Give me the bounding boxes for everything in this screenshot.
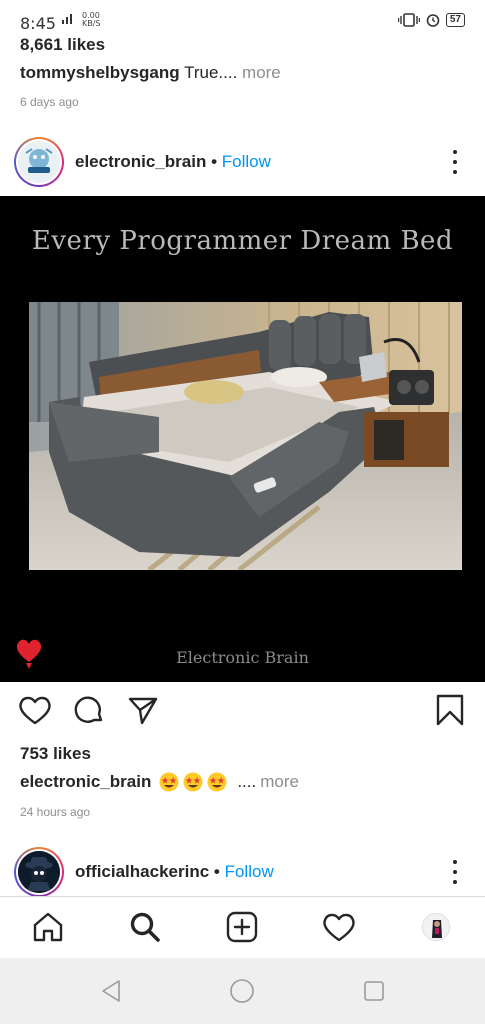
post-avatar[interactable] (14, 137, 64, 187)
search-icon[interactable] (127, 909, 163, 945)
bookmark-icon[interactable] (432, 692, 468, 728)
more-options-icon[interactable] (449, 150, 461, 174)
post-actions (0, 692, 485, 732)
image-watermark-text: Electronic Brain (176, 648, 309, 667)
status-icons: 57 (397, 13, 465, 27)
post-image[interactable]: Every Programmer Dream Bed Electronic Br… (0, 196, 485, 682)
previous-post-caption: tommyshelbysgang True.... more (20, 63, 281, 83)
next-post-avatar[interactable] (14, 847, 64, 897)
next-post-username[interactable]: officialhackerinc (75, 862, 209, 881)
profile-avatar[interactable] (418, 909, 454, 945)
post-username-row: electronic_brain • Follow (75, 152, 271, 172)
liked-heart-icon (16, 639, 42, 669)
post-timestamp: 24 hours ago (20, 805, 91, 819)
previous-post-username[interactable]: tommyshelbysgang (20, 63, 180, 82)
next-post-header: officialhackerinc • Follow (0, 842, 485, 898)
avatar-brain-image (18, 141, 60, 183)
bottom-navigation (0, 896, 485, 958)
status-time: 8:45 (20, 14, 56, 33)
previous-post-timestamp: 6 days ago (20, 95, 79, 109)
post-caption: electronic_brain .... more (20, 772, 299, 792)
caption-ellipsis: .... (237, 772, 257, 791)
system-navigation-bar (0, 958, 485, 1024)
follow-button[interactable]: Follow (222, 152, 271, 171)
previous-post-caption-text: True.... (184, 63, 238, 82)
next-post-follow-button[interactable]: Follow (225, 862, 274, 881)
comment-bubble-icon[interactable] (71, 692, 107, 728)
bed-photo (29, 302, 462, 570)
image-title: Every Programmer Dream Bed (31, 226, 454, 256)
caption-username[interactable]: electronic_brain (20, 772, 151, 792)
profile-photo-image (423, 914, 449, 940)
battery-indicator: 57 (445, 13, 465, 27)
avatar-hacker-image (18, 851, 60, 893)
alarm-icon (426, 14, 440, 27)
post-header: electronic_brain • Follow (0, 132, 485, 192)
add-post-icon[interactable] (224, 909, 260, 945)
share-send-icon[interactable] (125, 692, 161, 728)
like-heart-icon[interactable] (17, 692, 53, 728)
star-struck-emoji-icon (159, 772, 179, 792)
home-circle-icon[interactable] (229, 978, 255, 1004)
previous-post-likes[interactable]: 8,661 likes (20, 35, 105, 55)
separator-dot: • (211, 152, 218, 171)
home-icon[interactable] (30, 909, 66, 945)
post-likes-count[interactable]: 753 likes (20, 744, 91, 764)
activity-heart-icon[interactable] (321, 909, 357, 945)
vibrate-icon (397, 13, 420, 27)
signal-icon (62, 14, 72, 24)
previous-post-more-link[interactable]: more (242, 63, 281, 82)
network-speed-unit: KB/S (82, 19, 101, 28)
post-username[interactable]: electronic_brain (75, 152, 206, 171)
caption-more-link[interactable]: more (260, 772, 299, 792)
back-triangle-icon[interactable] (98, 978, 124, 1004)
recents-square-icon[interactable] (361, 978, 387, 1004)
separator-dot: • (213, 862, 220, 881)
status-bar: 8:45 0.00 KB/S 57 (0, 0, 485, 36)
star-struck-emoji-icon (183, 772, 203, 792)
star-struck-emoji-icon (207, 772, 227, 792)
next-post-more-options-icon[interactable] (449, 860, 461, 884)
next-post-username-row: officialhackerinc • Follow (75, 862, 274, 882)
